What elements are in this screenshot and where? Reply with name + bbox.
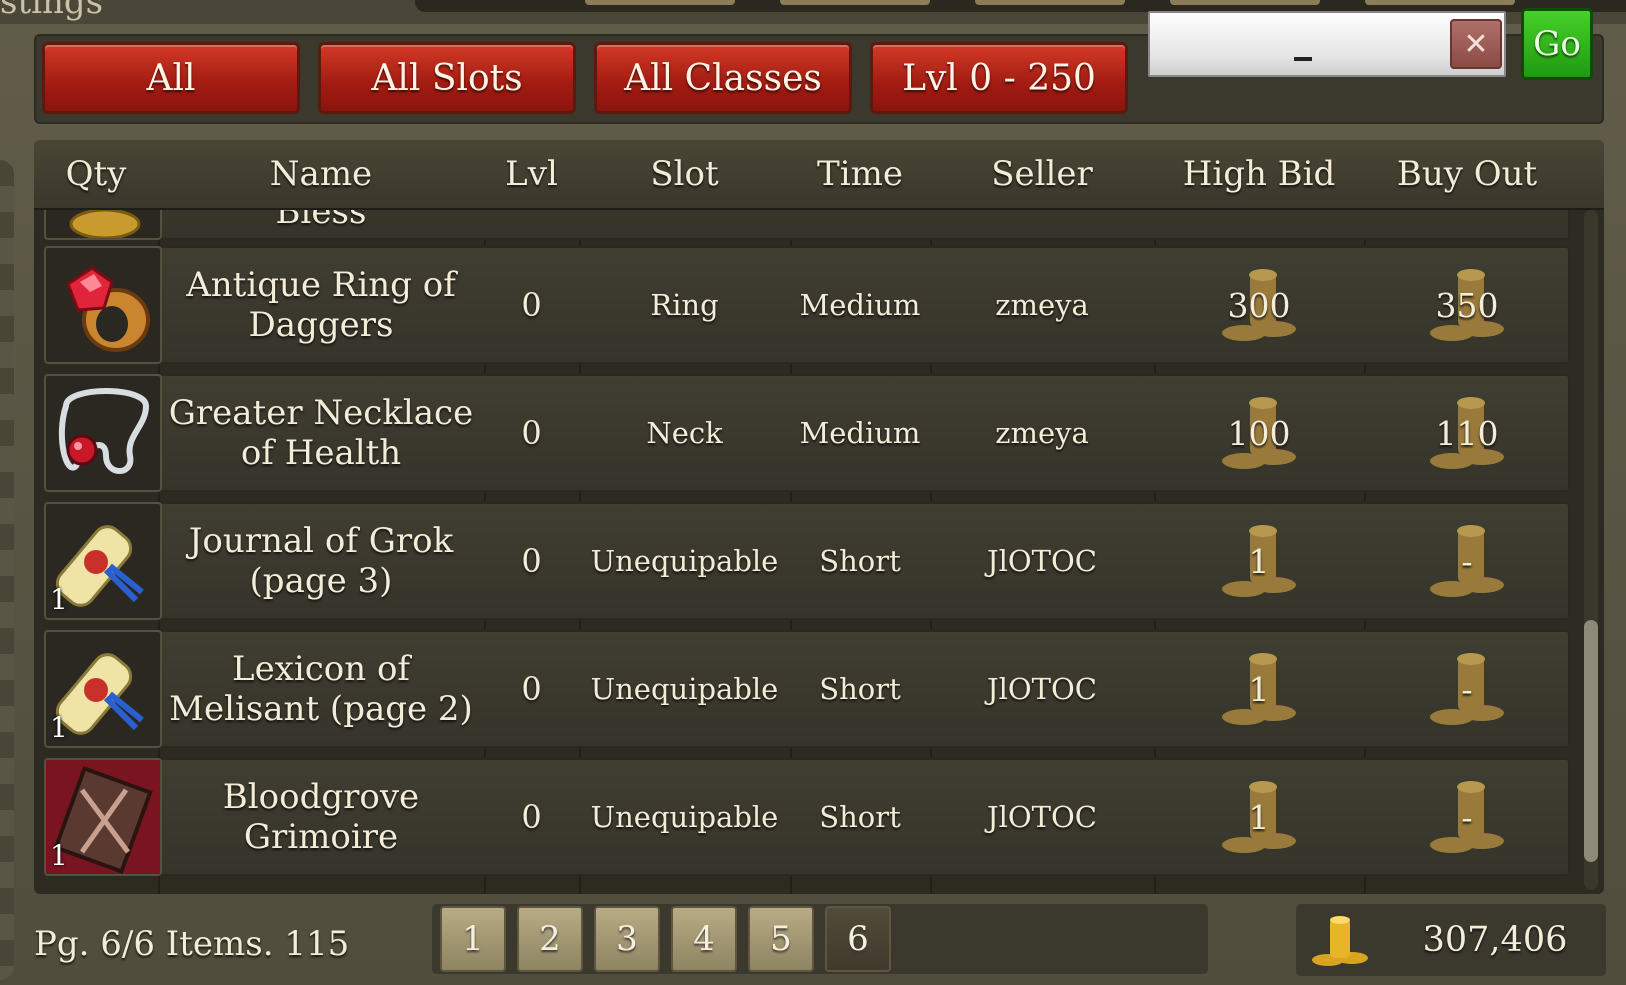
level-range-button[interactable]: Lvl 0 - 250 [870,42,1128,114]
ruby-ring-icon [44,246,162,364]
item-level: 0 [521,414,542,452]
page-button-5[interactable]: 5 [748,906,814,972]
column-header-qty[interactable]: Qty [34,140,158,208]
page-button-6[interactable]: 6 [825,906,891,972]
item-slot: Unequipable [590,544,779,578]
grimoire-icon: 1 [44,758,162,876]
column-header-buy-out[interactable]: Buy Out [1364,140,1570,208]
items-count: Items. 115 [165,924,350,964]
time-left: Short [819,800,901,834]
buy-out: 110 [1364,374,1570,492]
table-row[interactable]: 1 Journal of Grok (page 3) 0 Unequipable… [44,502,1570,620]
page-button-1[interactable]: 1 [440,906,506,972]
time-left: Medium [799,288,921,322]
table-row[interactable]: 1 Bloodgrove Grimoire 0 Unequipable Shor… [44,758,1570,876]
buy-out-amount: - [1461,541,1473,581]
class-filter-button[interactable]: All Classes [594,42,852,114]
item-name: Greater Necklace of Health [168,393,474,473]
column-header-seller[interactable]: Seller [930,140,1154,208]
buy-out-amount: 110 [1435,413,1499,453]
high-bid: 100 [1154,374,1364,492]
scrollbar-thumb[interactable] [1584,620,1598,862]
window-title-fragment: stings [0,0,104,22]
page-button-2[interactable]: 2 [517,906,583,972]
item-slot: Unequipable [590,672,779,706]
buy-out: - [1364,630,1570,748]
item-slot: Ring [650,288,719,322]
time-left: Short [819,672,901,706]
item-slot: Unequipable [590,800,779,834]
item-level: 0 [521,542,542,580]
page-button-3[interactable]: 3 [594,906,660,972]
item-level: 0 [521,286,542,324]
high-bid-amount: 1 [1248,669,1270,709]
buy-out: - [1364,758,1570,876]
seller-name: zmeya [995,416,1089,450]
red-gem-necklace-icon [44,374,162,492]
high-bid: 300 [1154,246,1364,364]
go-button[interactable]: Go [1521,8,1593,80]
column-header-lvl[interactable]: Lvl [484,140,579,208]
item-level: 0 [521,670,542,708]
high-bid: 1 [1154,630,1364,748]
seller-name: JlOTOC [987,672,1097,706]
scroll-icon: 1 [44,630,162,748]
item-name: Bloodgrove Grimoire [222,777,420,857]
scroll-icon: 1 [44,502,162,620]
high-bid: 1 [1154,502,1364,620]
pagination-info: Pg. 6/6 Items. 115 [34,924,349,964]
seller-name: JlOTOC [987,544,1097,578]
item-name: Bless [275,210,367,232]
close-icon: ✕ [1463,26,1489,62]
slot-filter-button[interactable]: All Slots [318,42,576,114]
time-left: Medium [799,416,921,450]
top-tab[interactable] [585,0,735,5]
table-row[interactable]: Greater Necklace of Health 0 Neck Medium… [44,374,1570,492]
clear-search-button[interactable]: ✕ [1450,19,1502,69]
item-slot: Neck [646,416,723,450]
category-filter-button[interactable]: All [42,42,300,114]
high-bid-amount: 1 [1248,797,1270,837]
high-bid-amount: 100 [1227,413,1291,453]
text-cursor [1294,57,1312,61]
high-bid-amount: 1 [1248,541,1270,581]
top-tab[interactable] [1170,0,1320,5]
high-bid-amount: 300 [1227,285,1291,325]
table-body: Bless Antique Ring of Daggers 0 Ring Med… [34,210,1570,894]
top-tab[interactable] [780,0,930,5]
page-button-4[interactable]: 4 [671,906,737,972]
item-quantity: 1 [50,711,68,744]
page-indicator: Pg. 6/6 [34,924,155,964]
buy-out: 350 [1364,246,1570,364]
table-row[interactable]: Antique Ring of Daggers 0 Ring Medium zm… [44,246,1570,364]
column-header-time[interactable]: Time [790,140,930,208]
time-left: Short [819,544,901,578]
item-name: Antique Ring of Daggers [186,265,456,345]
buy-out-amount: - [1461,669,1473,709]
decorative-border [0,160,14,980]
table-row[interactable]: 1 Lexicon of Melisant (page 2) 0 Unequip… [44,630,1570,748]
column-header-high-bid[interactable]: High Bid [1154,140,1364,208]
gold-amount: 307,406 [1422,920,1568,960]
buy-out: - [1364,502,1570,620]
table-header: Qty Name Lvl Slot Time Seller High Bid B… [34,140,1604,210]
seller-name: JlOTOC [987,800,1097,834]
top-tab[interactable] [975,0,1125,5]
high-bid: 1 [1154,758,1364,876]
item-quantity: 1 [50,839,68,872]
item-level: 0 [521,798,542,836]
buy-out-amount: - [1461,797,1473,837]
item-quantity: 1 [50,583,68,616]
seller-name: zmeya [995,288,1089,322]
top-tab[interactable] [1365,0,1515,5]
amulet-icon [44,210,162,240]
buy-out-amount: 350 [1435,285,1499,325]
gold-coins-icon [1312,916,1368,966]
listings-table: Qty Name Lvl Slot Time Seller High Bid B… [34,140,1604,894]
column-header-name[interactable]: Name [158,140,484,208]
column-header-slot[interactable]: Slot [579,140,790,208]
table-row[interactable]: Bless [44,210,1570,240]
item-name: Lexicon of Melisant (page 2) [169,649,473,729]
item-name: Journal of Grok (page 3) [188,521,454,601]
